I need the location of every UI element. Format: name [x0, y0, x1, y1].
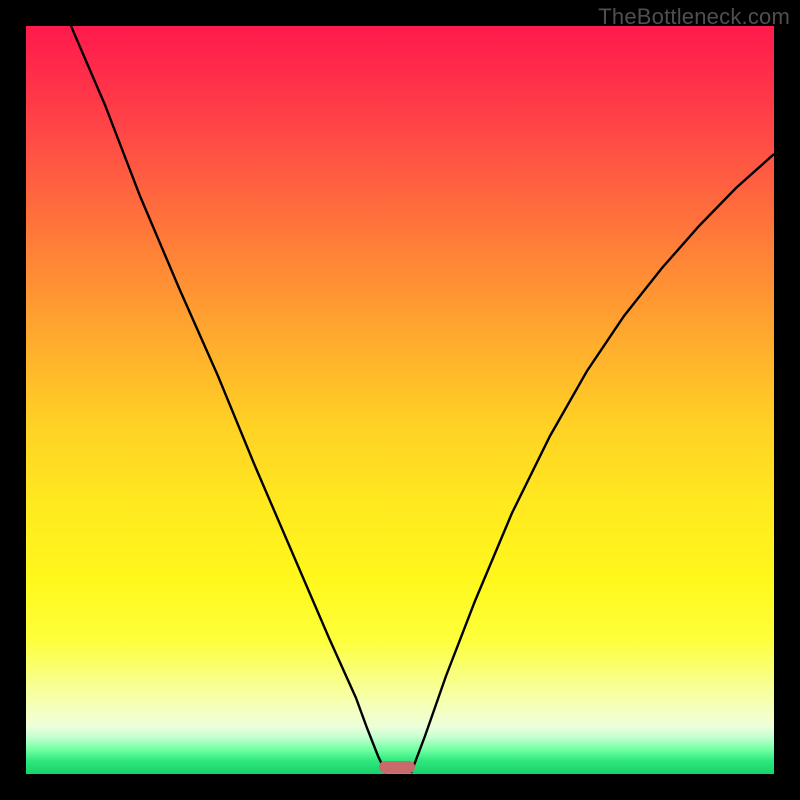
optimum-marker	[379, 761, 415, 773]
curve-right-branch	[411, 154, 774, 773]
chart-frame: TheBottleneck.com	[0, 0, 800, 800]
plot-area	[26, 26, 774, 774]
curve-left-branch	[71, 26, 386, 773]
watermark-text: TheBottleneck.com	[598, 4, 790, 30]
bottleneck-curve	[26, 26, 774, 774]
